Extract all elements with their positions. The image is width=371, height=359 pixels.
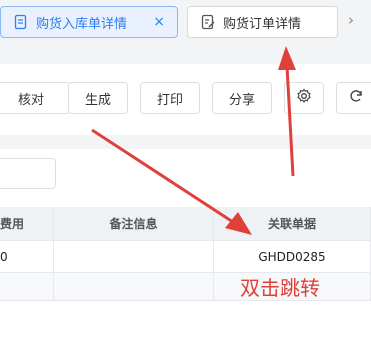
doc-icon [13, 14, 29, 30]
table-cell [54, 241, 214, 273]
related-document-link[interactable]: GHDD0285 [214, 241, 371, 273]
table-cell [54, 273, 214, 301]
annotation-text: 双击跳转 [240, 276, 320, 300]
verify-button[interactable]: 核对 [0, 82, 70, 114]
print-button[interactable]: 打印 [140, 82, 200, 114]
gear-icon [296, 88, 312, 108]
header-cell: 备注信息 [54, 207, 214, 241]
header-cell: 费用 [0, 207, 54, 241]
share-button-label: 分享 [228, 92, 255, 108]
search-input[interactable] [0, 158, 56, 189]
tab-label: 购货入库单详情 [36, 16, 128, 32]
tab-purchase-inbound-detail[interactable]: 购货入库单详情 × [0, 6, 178, 38]
divider [0, 135, 371, 149]
table-header-row: 费用 备注信息 关联单据 [0, 207, 371, 241]
verify-button-label: 核对 [17, 92, 44, 108]
table-cell: 0 [0, 241, 54, 273]
tab-purchase-order-detail[interactable]: 购货订单详情 [187, 6, 338, 38]
generate-button-label: 生成 [84, 92, 111, 108]
divider [0, 44, 371, 64]
generate-button[interactable]: 生成 [68, 82, 128, 114]
refresh-button[interactable] [336, 82, 371, 114]
table-cell [0, 273, 54, 301]
tab-label: 购货订单详情 [223, 16, 302, 32]
print-button-label: 打印 [156, 92, 183, 108]
header-cell: 关联单据 [214, 207, 371, 241]
share-button[interactable]: 分享 [212, 82, 272, 114]
settings-button[interactable] [284, 82, 324, 114]
chevron-right-icon[interactable]: › [348, 11, 354, 29]
doc-edit-icon [200, 14, 216, 30]
table-row[interactable]: 0 GHDD0285 [0, 241, 371, 273]
close-icon[interactable]: × [153, 14, 165, 30]
refresh-icon [348, 88, 364, 108]
